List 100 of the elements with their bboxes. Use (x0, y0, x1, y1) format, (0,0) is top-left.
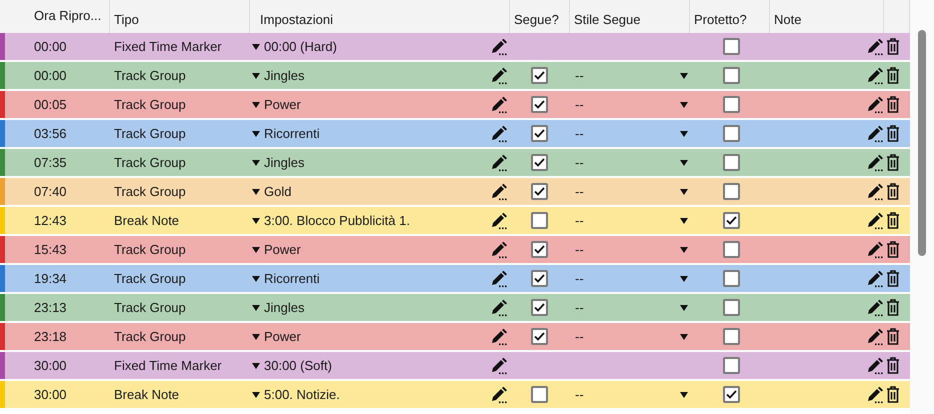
trash-icon[interactable] (886, 212, 900, 229)
edit-row-icon[interactable] (866, 66, 884, 84)
checkbox[interactable] (722, 212, 740, 229)
edit-row-icon[interactable] (866, 328, 884, 346)
edit-row-icon[interactable] (866, 386, 884, 404)
trash-icon[interactable] (886, 299, 900, 316)
dropdown-caret-icon[interactable] (680, 246, 688, 252)
table-row[interactable]: 30:00 Fixed Time Marker 30:00 (Soft) (0, 352, 910, 379)
column-header[interactable]: Stile Segue (574, 12, 640, 27)
table-row[interactable]: 30:00 Break Note 5:00. Notizie. -- (0, 381, 910, 408)
dropdown-caret-icon[interactable] (252, 304, 260, 310)
checkbox[interactable] (530, 241, 548, 258)
edit-settings-icon[interactable] (490, 154, 508, 172)
dropdown-value[interactable]: -- (575, 66, 584, 86)
checkbox[interactable] (722, 125, 740, 142)
dropdown-caret-icon[interactable] (680, 130, 688, 136)
dropdown-caret-icon[interactable] (252, 334, 260, 340)
checkbox[interactable] (722, 67, 740, 84)
checkbox[interactable] (722, 299, 740, 316)
table-row[interactable]: 07:35 Track Group Jingles -- (0, 149, 910, 176)
dropdown-caret-icon[interactable] (252, 160, 260, 166)
dropdown-value[interactable]: -- (575, 268, 584, 288)
table-row[interactable]: 12:43 Break Note 3:00. Blocco Pubblicità 1. -- (0, 207, 910, 234)
checkbox[interactable] (722, 154, 740, 171)
edit-settings-icon[interactable] (490, 298, 508, 316)
dropdown-value[interactable]: -- (575, 124, 584, 144)
column-header[interactable]: Segue? (514, 12, 559, 27)
checkbox[interactable] (722, 183, 740, 200)
table-row[interactable]: 23:13 Track Group Jingles -- (0, 294, 910, 321)
edit-row-icon[interactable] (866, 270, 884, 288)
dropdown-caret-icon[interactable] (680, 276, 688, 282)
checkbox[interactable] (722, 357, 740, 374)
dropdown-value[interactable]: -- (575, 298, 584, 318)
checkbox[interactable] (722, 96, 740, 113)
checkbox[interactable] (530, 154, 548, 171)
table-row[interactable]: 03:56 Track Group Ricorrenti -- (0, 120, 910, 147)
dropdown-caret-icon[interactable] (252, 44, 260, 50)
checkbox[interactable] (530, 386, 548, 403)
edit-settings-icon[interactable] (490, 212, 508, 230)
checkbox[interactable] (530, 270, 548, 287)
checkbox[interactable] (722, 38, 740, 55)
edit-settings-icon[interactable] (490, 38, 508, 56)
dropdown-caret-icon[interactable] (680, 160, 688, 166)
column-header[interactable]: Note (774, 12, 802, 27)
table-row[interactable]: 19:34 Track Group Ricorrenti -- (0, 265, 910, 292)
dropdown-value[interactable]: -- (575, 326, 584, 346)
edit-row-icon[interactable] (866, 154, 884, 172)
dropdown-caret-icon[interactable] (252, 102, 260, 108)
table-row[interactable]: 07:40 Track Group Gold -- (0, 178, 910, 205)
dropdown-value[interactable]: -- (575, 152, 584, 172)
dropdown-value[interactable]: -- (575, 384, 584, 404)
checkbox[interactable] (530, 67, 548, 84)
edit-row-icon[interactable] (866, 38, 884, 56)
scrollbar[interactable] (910, 0, 934, 414)
edit-settings-icon[interactable] (490, 356, 508, 374)
column-header[interactable]: Protetto? (694, 12, 747, 27)
trash-icon[interactable] (886, 386, 900, 403)
dropdown-caret-icon[interactable] (680, 102, 688, 108)
scrollbar-thumb[interactable] (918, 30, 926, 256)
trash-icon[interactable] (886, 357, 900, 374)
edit-row-icon[interactable] (866, 182, 884, 200)
dropdown-caret-icon[interactable] (680, 188, 688, 194)
dropdown-value[interactable]: -- (575, 240, 584, 260)
checkbox[interactable] (530, 96, 548, 113)
trash-icon[interactable] (886, 38, 900, 55)
dropdown-caret-icon[interactable] (252, 218, 260, 224)
checkbox[interactable] (722, 386, 740, 403)
checkbox[interactable] (530, 183, 548, 200)
edit-settings-icon[interactable] (490, 240, 508, 258)
column-header[interactable]: Tipo (114, 12, 139, 27)
dropdown-caret-icon[interactable] (252, 188, 260, 194)
edit-row-icon[interactable] (866, 298, 884, 316)
trash-icon[interactable] (886, 241, 900, 258)
trash-icon[interactable] (886, 154, 900, 171)
trash-icon[interactable] (886, 270, 900, 287)
edit-settings-icon[interactable] (490, 386, 508, 404)
dropdown-caret-icon[interactable] (252, 362, 260, 368)
edit-row-icon[interactable] (866, 96, 884, 114)
dropdown-caret-icon[interactable] (680, 72, 688, 78)
checkbox[interactable] (722, 270, 740, 287)
trash-icon[interactable] (886, 125, 900, 142)
table-row[interactable]: 00:05 Track Group Power -- (0, 91, 910, 118)
edit-row-icon[interactable] (866, 240, 884, 258)
edit-settings-icon[interactable] (490, 66, 508, 84)
edit-row-icon[interactable] (866, 212, 884, 230)
table-row[interactable]: 23:18 Track Group Power -- (0, 323, 910, 350)
dropdown-value[interactable]: -- (575, 94, 584, 114)
dropdown-caret-icon[interactable] (252, 246, 260, 252)
dropdown-caret-icon[interactable] (252, 72, 260, 78)
dropdown-caret-icon[interactable] (252, 392, 260, 398)
dropdown-caret-icon[interactable] (680, 218, 688, 224)
checkbox[interactable] (722, 328, 740, 345)
edit-settings-icon[interactable] (490, 124, 508, 142)
edit-settings-icon[interactable] (490, 270, 508, 288)
checkbox[interactable] (722, 241, 740, 258)
dropdown-caret-icon[interactable] (680, 304, 688, 310)
dropdown-caret-icon[interactable] (252, 130, 260, 136)
column-header[interactable]: Ora Ripro... (34, 8, 102, 23)
table-row[interactable]: 00:00 Track Group Jingles -- (0, 62, 910, 89)
trash-icon[interactable] (886, 183, 900, 200)
